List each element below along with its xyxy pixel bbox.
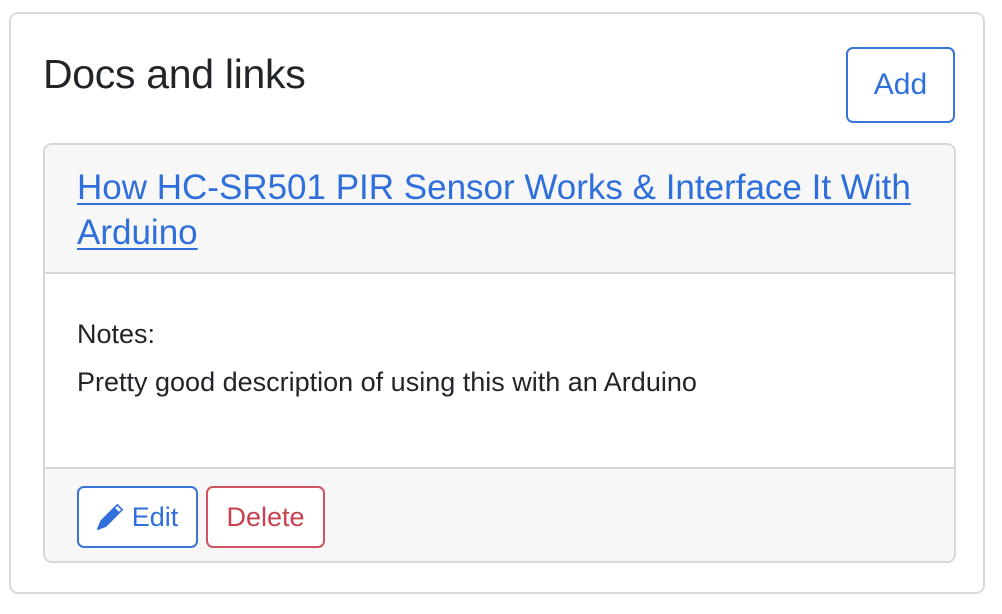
card-header: How HC-SR501 PIR Sensor Works & Interfac… [45,145,954,274]
card-body: Notes: Pretty good description of using … [45,274,954,467]
docs-and-links-panel: Docs and links Add How HC-SR501 PIR Sens… [9,12,985,594]
pencil-icon [96,504,123,530]
delete-button[interactable]: Delete [206,486,325,548]
notes-text: Pretty good description of using this wi… [77,367,697,397]
doc-link[interactable]: How HC-SR501 PIR Sensor Works & Interfac… [77,165,917,255]
add-button[interactable]: Add [846,47,955,123]
card-footer: Edit Delete [45,467,954,561]
edit-button[interactable]: Edit [77,486,198,548]
edit-label: Edit [131,501,179,532]
doc-link-card: How HC-SR501 PIR Sensor Works & Interfac… [43,143,956,563]
notes-label: Notes: [77,319,156,349]
panel-title: Docs and links [43,51,306,97]
